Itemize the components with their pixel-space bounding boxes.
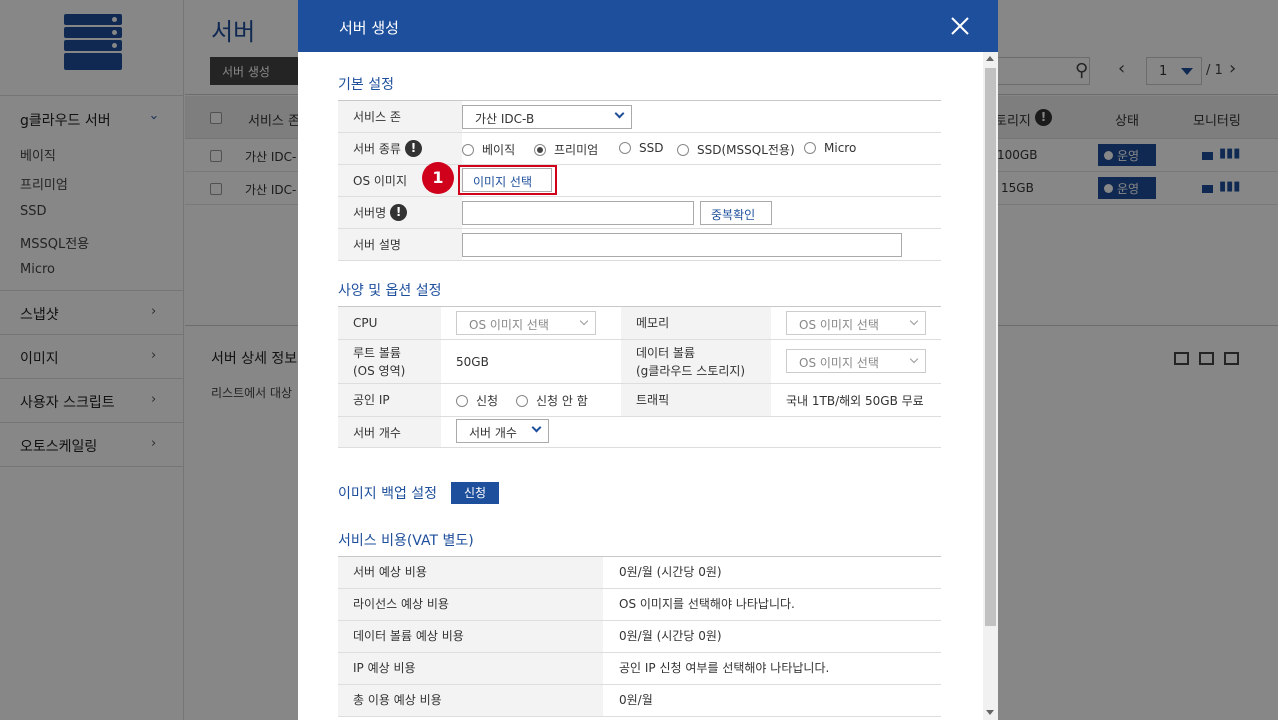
server-desc-input[interactable] — [462, 233, 902, 257]
desc-label: 서버 설명 — [338, 229, 462, 260]
cost-value: 공인 IP 신청 여부를 선택해야 나타납니다. — [619, 661, 830, 675]
type-radio-basic[interactable]: 베이직 — [462, 141, 515, 158]
zone-label: 서비스 존 — [338, 101, 462, 132]
os-image-select-button[interactable]: 이미지 선택 — [462, 168, 552, 192]
cost-row-total: 총 이용 예상 비용 0원/월 — [338, 685, 941, 717]
warning-icon[interactable]: ! — [390, 204, 408, 221]
type-radio-micro[interactable]: Micro — [804, 141, 856, 155]
desc-row: 서버 설명 — [338, 229, 941, 261]
memory-label: 메모리 — [621, 307, 771, 339]
modal-scrollbar[interactable] — [983, 52, 998, 720]
modal-title: 서버 생성 — [339, 19, 399, 37]
cost-label: 총 이용 예상 비용 — [338, 685, 603, 716]
cost-label: 라이선스 예상 비용 — [338, 589, 603, 620]
warning-icon[interactable]: ! — [404, 140, 422, 157]
name-label: 서버명! — [338, 197, 462, 228]
type-row: 서버 종류! 베이직 프리미엄 SSD SSD(MSSQL전용) Micro — [338, 133, 941, 165]
traffic-label: 트래픽 — [621, 384, 771, 416]
type-label: 서버 종류! — [338, 133, 462, 164]
modal-header: 서버 생성 — [298, 0, 998, 52]
server-name-input[interactable] — [462, 201, 694, 225]
cost-row-ip: IP 예상 비용 공인 IP 신청 여부를 선택해야 나타납니다. — [338, 653, 941, 685]
cost-row-server: 서버 예상 비용 0원/월 (시간당 0원) — [338, 557, 941, 589]
cost-row-license: 라이선스 예상 비용 OS 이미지를 선택해야 나타납니다. — [338, 589, 941, 621]
type-radio-ssd[interactable]: SSD — [619, 141, 663, 155]
step-badge: 1 — [422, 162, 454, 194]
zone-select[interactable]: 가산 IDC-B — [462, 105, 632, 129]
traffic-value: 국내 1TB/해외 50GB 무료 — [786, 393, 924, 408]
cost-label: IP 예상 비용 — [338, 653, 603, 684]
server-count-select[interactable]: 서버 개수 — [456, 419, 549, 443]
cpu-label: CPU — [338, 307, 441, 339]
zone-row: 서비스 존 가산 IDC-B — [338, 101, 941, 133]
ip-radio-apply[interactable]: 신청 — [456, 392, 498, 409]
cost-value: OS 이미지를 선택해야 나타납니다. — [619, 597, 795, 611]
backup-section-title: 이미지 백업 설정 — [338, 486, 438, 502]
server-count-label: 서버 개수 — [338, 417, 441, 448]
cpu-select[interactable]: OS 이미지 선택 — [456, 311, 596, 335]
cost-value: 0원/월 (시간당 0원) — [619, 629, 722, 643]
close-icon[interactable] — [948, 14, 972, 38]
data-volume-select[interactable]: OS 이미지 선택 — [786, 349, 926, 373]
create-server-modal: 서버 생성 기본 설정 서비스 존 가산 IDC-B 서버 종류! 베이직 프리… — [298, 0, 998, 720]
memory-select[interactable]: OS 이미지 선택 — [786, 311, 926, 335]
scroll-down-icon[interactable] — [986, 710, 994, 715]
cost-section-title: 서비스 비용(VAT 별도) — [338, 533, 474, 549]
public-ip-label: 공인 IP — [338, 384, 441, 416]
basic-section-title: 기본 설정 — [338, 77, 394, 93]
root-volume-label: 루트 볼륨 (OS 영역) — [338, 340, 441, 383]
ip-radio-no-apply[interactable]: 신청 안 함 — [516, 392, 588, 409]
root-volume-value: 50GB — [456, 354, 489, 369]
spec-settings-table: CPU OS 이미지 선택 메모리 OS 이미지 선택 루트 볼륨 (OS 영역)… — [338, 306, 941, 448]
backup-apply-button[interactable]: 신청 — [451, 482, 499, 504]
type-radio-premium[interactable]: 프리미엄 — [534, 141, 598, 158]
cost-label: 서버 예상 비용 — [338, 557, 603, 588]
cost-label: 데이터 볼륨 예상 비용 — [338, 621, 603, 652]
scroll-up-icon[interactable] — [986, 56, 994, 61]
spec-section-title: 사양 및 옵션 설정 — [338, 283, 442, 299]
type-radio-ssd-mssql[interactable]: SSD(MSSQL전용) — [677, 141, 795, 158]
row-divider — [338, 447, 941, 448]
scroll-thumb[interactable] — [985, 68, 996, 626]
data-volume-label: 데이터 볼륨 (g클라우드 스토리지) — [621, 340, 771, 383]
duplicate-check-button[interactable]: 중복확인 — [700, 201, 772, 225]
cost-value: 0원/월 — [619, 693, 653, 707]
name-row: 서버명! 중복확인 — [338, 197, 941, 229]
cost-value: 0원/월 (시간당 0원) — [619, 565, 722, 579]
cost-row-data-volume: 데이터 볼륨 예상 비용 0원/월 (시간당 0원) — [338, 621, 941, 653]
